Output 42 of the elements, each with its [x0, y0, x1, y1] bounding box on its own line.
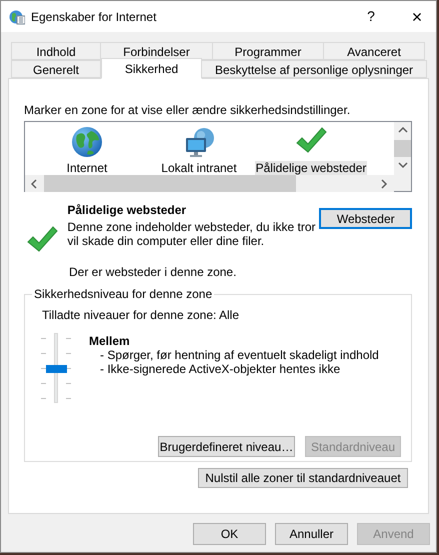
slider-thumb[interactable]	[46, 365, 67, 373]
allowed-levels-text: Tilladte niveauer for denne zone: Alle	[42, 308, 240, 322]
tick-mark	[66, 338, 71, 339]
level-description: - Ikke-signerede ActiveX-objekter hentes ikke	[100, 363, 342, 376]
tick-mark	[41, 368, 46, 369]
tick-mark	[41, 398, 46, 399]
close-button[interactable]: ×	[402, 8, 432, 26]
tick-mark	[66, 398, 71, 399]
security-slider[interactable]	[41, 333, 71, 403]
zone-item[interactable]: Internet	[66, 161, 108, 175]
tab[interactable]: Avanceret	[323, 42, 425, 60]
tab[interactable]: Generelt	[11, 60, 101, 78]
horizontal-scrollbar[interactable]	[25, 175, 394, 192]
tab[interactable]: Beskyttelse af personlige oplysninger	[201, 60, 427, 78]
monitor-globe-icon	[183, 126, 215, 158]
reset-button[interactable]: Nulstil alle zoner til standardniveauet	[198, 468, 408, 488]
tab[interactable]: Sikkerhed	[101, 58, 202, 79]
zone-description: Denne zone indeholder websteder, du ikke tror vil skade din computer eller dine filer.	[67, 220, 317, 248]
level-name: Mellem	[89, 334, 131, 348]
zone-title: Pålidelige websteder	[67, 203, 188, 217]
globe-icon	[71, 126, 103, 158]
dialog-button[interactable]: OK	[193, 523, 266, 545]
level-description: - Spørger, før hentning af eventuelt skadeligt indhold	[100, 349, 379, 362]
level-button[interactable]: Brugerdefineret niveau…	[158, 436, 295, 457]
tick-mark	[66, 383, 71, 384]
window-title: Egenskaber for Internet	[31, 8, 156, 26]
zone-status-text: Der er websteder i denne zone.	[69, 265, 238, 279]
instruction-text: Marker en zone for at vise eller ændre sikkerhedsindstillinger.	[24, 103, 352, 117]
zone-item[interactable]: Pålidelige websteder	[254, 161, 368, 175]
tick-mark	[41, 353, 46, 354]
tab[interactable]: Indhold	[11, 42, 101, 60]
app-icon	[9, 8, 25, 24]
help-button[interactable]: ?	[356, 6, 386, 27]
zone-item[interactable]: Lokalt intranet	[160, 161, 238, 175]
tick-mark	[66, 353, 71, 354]
tick-mark	[41, 338, 46, 339]
vertical-scrollbar[interactable]	[394, 122, 411, 191]
tab[interactable]: Programmer	[212, 42, 324, 60]
group-legend: Sikkerhedsniveau for denne zone	[32, 287, 214, 301]
dialog-button[interactable]: Annuller	[275, 523, 348, 545]
tick-mark	[41, 383, 46, 384]
sites-button[interactable]: Websteder	[319, 208, 412, 229]
